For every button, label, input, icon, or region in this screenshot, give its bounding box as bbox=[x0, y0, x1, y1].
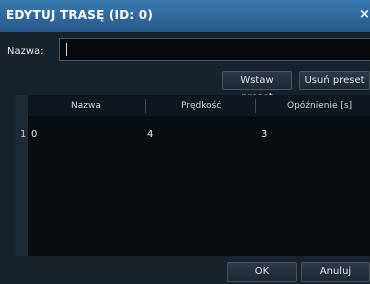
table-cell-name[interactable]: 0 bbox=[31, 129, 37, 140]
column-separator bbox=[255, 99, 256, 113]
ok-button[interactable]: OK bbox=[227, 262, 297, 282]
row-number: 1 bbox=[20, 129, 27, 140]
cancel-button[interactable]: Anuluj bbox=[301, 262, 370, 282]
text-caret bbox=[66, 43, 67, 56]
table-cell-speed[interactable]: 4 bbox=[147, 129, 153, 140]
name-label: Nazwa: bbox=[7, 46, 44, 57]
insert-preset-button[interactable]: Wstaw preset bbox=[222, 71, 292, 103]
dialog-title: EDYTUJ TRASĘ (ID: 0) bbox=[6, 8, 153, 22]
column-header-name[interactable]: Nazwa bbox=[71, 101, 101, 111]
route-points-table bbox=[19, 95, 370, 256]
close-icon[interactable]: × bbox=[359, 7, 370, 23]
delete-preset-button[interactable]: Usuń preset bbox=[299, 71, 370, 90]
column-header-speed[interactable]: Prędkość bbox=[181, 101, 221, 111]
table-cell-delay[interactable]: 3 bbox=[261, 129, 267, 140]
column-header-delay[interactable]: Opóźnienie [s] bbox=[287, 101, 352, 111]
row-gutter bbox=[15, 95, 28, 256]
column-separator bbox=[145, 99, 146, 113]
name-input[interactable] bbox=[59, 38, 370, 61]
